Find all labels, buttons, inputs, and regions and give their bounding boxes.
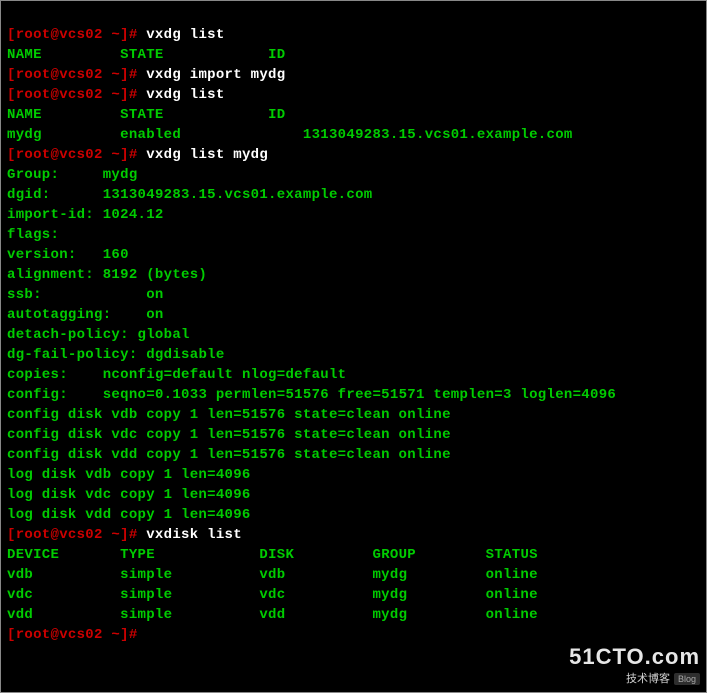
disk-hdr-status: STATUS (486, 547, 538, 563)
log-disk-vdb: log disk vdb copy 1 len=4096 (7, 467, 251, 483)
version-label: version: (7, 247, 77, 263)
detach-label: detach-policy: (7, 327, 129, 343)
dg-name: mydg (7, 127, 42, 143)
disk-device: vdd (7, 607, 33, 623)
disk-status: online (486, 587, 538, 603)
import-value: 1024.12 (103, 207, 164, 223)
cmd-vxdg-list: vxdg list (146, 27, 224, 43)
terminal-output[interactable]: [root@vcs02 ~]# vxdg list NAME STATE ID … (1, 1, 706, 692)
dg-hdr-state: STATE (120, 47, 164, 63)
dgfail-value: dgdisable (146, 347, 224, 363)
disk-hdr-type: TYPE (120, 547, 155, 563)
prompt: [root@vcs02 ~]# (7, 27, 138, 43)
disk-hdr-disk: DISK (259, 547, 294, 563)
ssb-value: on (146, 287, 163, 303)
log-disk-vdc: log disk vdc copy 1 len=4096 (7, 487, 251, 503)
dg-hdr-name: NAME (7, 107, 42, 123)
prompt: [root@vcs02 ~]# (7, 627, 138, 643)
autotag-value: on (146, 307, 163, 323)
dg-state: enabled (120, 127, 181, 143)
prompt: [root@vcs02 ~]# (7, 147, 138, 163)
disk-device: vdb (7, 567, 33, 583)
config-value: seqno=0.1033 permlen=51576 free=51571 te… (103, 387, 616, 403)
dg-hdr-name: NAME (7, 47, 42, 63)
align-value: 8192 (bytes) (103, 267, 207, 283)
disk-disk: vdd (259, 607, 285, 623)
dgid-label: dgid: (7, 187, 51, 203)
cfg-disk-vdc: config disk vdc copy 1 len=51576 state=c… (7, 427, 451, 443)
prompt: [root@vcs02 ~]# (7, 87, 138, 103)
terminal-window: [root@vcs02 ~]# vxdg list NAME STATE ID … (0, 0, 707, 693)
import-label: import-id: (7, 207, 94, 223)
disk-type: simple (120, 567, 172, 583)
cmd-vxdg-import: vxdg import mydg (146, 67, 285, 83)
group-label: Group: (7, 167, 59, 183)
log-disk-vdd: log disk vdd copy 1 len=4096 (7, 507, 251, 523)
disk-disk: vdc (259, 587, 285, 603)
disk-group: mydg (372, 607, 407, 623)
dg-id: 1313049283.15.vcs01.example.com (303, 127, 573, 143)
dgid-value: 1313049283.15.vcs01.example.com (103, 187, 373, 203)
copies-label: copies: (7, 367, 68, 383)
disk-group: mydg (372, 567, 407, 583)
cmd-vxdg-list-mydg: vxdg list mydg (146, 147, 268, 163)
disk-status: online (486, 567, 538, 583)
disk-device: vdc (7, 587, 33, 603)
dg-hdr-state: STATE (120, 107, 164, 123)
autotag-label: autotagging: (7, 307, 111, 323)
disk-disk: vdb (259, 567, 285, 583)
cfg-disk-vdb: config disk vdb copy 1 len=51576 state=c… (7, 407, 451, 423)
config-label: config: (7, 387, 68, 403)
detach-value: global (138, 327, 190, 343)
disk-status: online (486, 607, 538, 623)
version-value: 160 (103, 247, 129, 263)
cmd-vxdisk-list: vxdisk list (146, 527, 242, 543)
align-label: alignment: (7, 267, 94, 283)
flags-label: flags: (7, 227, 59, 243)
disk-type: simple (120, 607, 172, 623)
disk-group: mydg (372, 587, 407, 603)
copies-value: nconfig=default nlog=default (103, 367, 347, 383)
disk-hdr-device: DEVICE (7, 547, 59, 563)
cfg-disk-vdd: config disk vdd copy 1 len=51576 state=c… (7, 447, 451, 463)
dg-hdr-id: ID (268, 47, 285, 63)
disk-hdr-group: GROUP (373, 547, 417, 563)
cmd-vxdg-list: vxdg list (146, 87, 224, 103)
prompt: [root@vcs02 ~]# (7, 527, 138, 543)
prompt: [root@vcs02 ~]# (7, 67, 138, 83)
group-value: mydg (103, 167, 138, 183)
ssb-label: ssb: (7, 287, 42, 303)
dg-hdr-id: ID (268, 107, 285, 123)
dgfail-label: dg-fail-policy: (7, 347, 138, 363)
disk-type: simple (120, 587, 172, 603)
